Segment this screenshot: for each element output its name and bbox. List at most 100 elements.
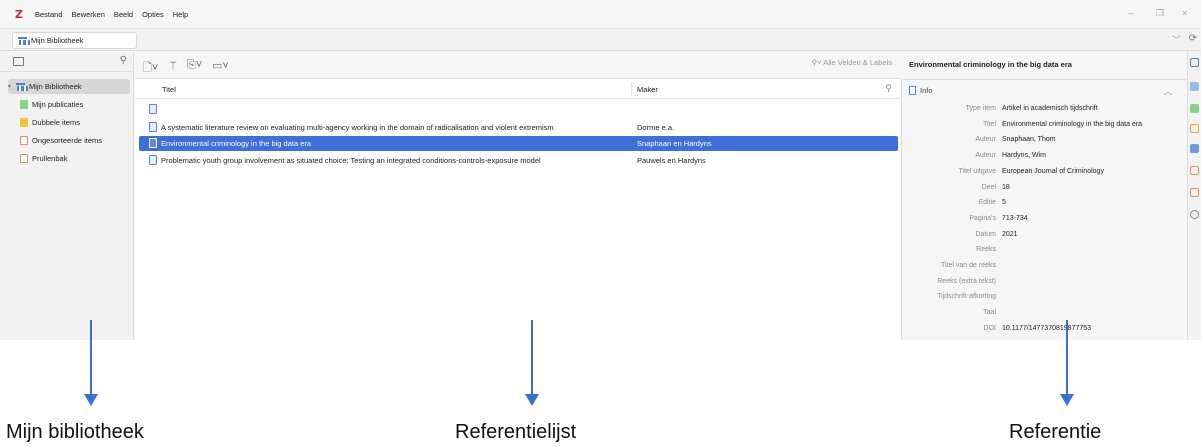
zotero-logo: Z <box>15 7 23 21</box>
collection-duplicates[interactable]: Dubbele items <box>20 115 130 130</box>
notes-nav-icon[interactable] <box>1190 124 1199 133</box>
table-row[interactable]: A systematic literature review on evalua… <box>139 120 898 135</box>
more-nav-icon[interactable] <box>1190 210 1199 219</box>
library-icon <box>16 82 28 91</box>
field-label: Editie <box>978 199 996 207</box>
document-icon <box>909 86 916 95</box>
detail-field-row: Tijdschrift-afkorting <box>903 290 1186 305</box>
column-title[interactable]: Titel <box>162 85 176 94</box>
annotation-arrowhead-middle <box>525 394 539 406</box>
journal-article-icon <box>149 122 157 132</box>
table-row[interactable] <box>139 102 898 117</box>
field-label: Titel <box>983 120 996 128</box>
field-value[interactable]: European Journal of Criminology <box>1002 168 1104 175</box>
side-navigation-strip <box>1187 52 1201 340</box>
menubar: Z Bestand Bewerken Beeld Opties Help – ❐… <box>0 0 1201 29</box>
info-section-header[interactable]: Info <box>909 86 933 95</box>
tab-label: Mijn Bibliotheek <box>31 36 84 45</box>
attachment-column-icon[interactable]: ⚲ <box>885 83 892 94</box>
chevron-up-icon[interactable]: ︿ <box>1164 86 1172 97</box>
field-value[interactable]: Snaphaan, Thom <box>1002 136 1056 143</box>
field-value[interactable]: 18 <box>1002 184 1010 191</box>
menu-opties[interactable]: Opties <box>142 10 164 19</box>
detail-field-row: Reeks (extra tekst) <box>903 275 1186 290</box>
field-value[interactable]: Hardyns, Wim <box>1002 152 1046 159</box>
info-nav-icon[interactable] <box>1190 58 1199 67</box>
table-row-selected[interactable]: Environmental criminology in the big dat… <box>139 136 898 151</box>
search-placeholder: Alle Velden & Labels <box>823 58 892 67</box>
library-icon <box>18 36 30 45</box>
field-value[interactable]: Artikel in academisch tijdschrift <box>1002 105 1098 112</box>
annotation-arrowhead-left <box>84 394 98 406</box>
menu-bewerken[interactable]: Bewerken <box>72 10 105 19</box>
annotation-label-reference: Referentie <box>1009 421 1102 443</box>
column-separator <box>631 82 632 96</box>
table-row[interactable]: Problematic youth group involvement as s… <box>139 153 898 168</box>
items-toolbar: 🗋˅ ⚚ ⎘˅ ▭˅ ⚲˅ Alle Velden & Labels <box>135 52 902 79</box>
chevron-down-icon[interactable]: ﹀ <box>1172 33 1181 46</box>
new-item-icon[interactable]: 🗋˅ <box>143 59 158 78</box>
divider <box>903 79 1186 80</box>
close-button[interactable]: × <box>1182 8 1187 18</box>
collection-my-library[interactable]: ▾ Mijn Bibliotheek <box>8 79 130 94</box>
tab-bar: Mijn Bibliotheek ﹀ ⟳ <box>0 30 1201 51</box>
tab-library[interactable]: Mijn Bibliotheek <box>12 32 137 49</box>
search-field[interactable]: ⚲˅ Alle Velden & Labels <box>812 58 892 67</box>
collection-label: Ongesorteerde items <box>32 136 103 145</box>
collection-label: Mijn publicaties <box>32 100 84 109</box>
menu-bestand[interactable]: Bestand <box>35 10 63 19</box>
detail-field-row: Type item Artikel in academisch tijdschri… <box>903 102 1186 117</box>
document-icon <box>149 104 157 114</box>
field-value[interactable]: 2021 <box>1002 231 1018 238</box>
field-value[interactable]: 10.1177/1477370819877753 <box>1002 325 1091 332</box>
items-table-header: Titel Maker ⚲ <box>135 79 902 99</box>
field-label: Reeks <box>976 246 996 254</box>
new-collection-icon[interactable] <box>13 57 24 66</box>
field-label: Titel uitgave <box>958 167 996 175</box>
note-add-icon[interactable]: ▭˅ <box>212 59 229 72</box>
item-title: A systematic literature review on evalua… <box>161 123 554 132</box>
collection-trash[interactable]: Prullenbak <box>20 151 130 166</box>
item-detail-pane: Environmental criminology in the big dat… <box>903 52 1186 340</box>
item-title: Problematic youth group involvement as s… <box>161 156 541 165</box>
collections-toolbar: ⚲ <box>0 52 133 72</box>
libraries-nav-icon[interactable] <box>1190 144 1199 153</box>
item-creator: Snaphaan en Hardyns <box>637 139 712 148</box>
annotation-label-library: Mijn bibliotheek <box>6 421 144 443</box>
column-creator[interactable]: Maker <box>637 85 658 94</box>
sync-icon[interactable]: ⟳ <box>1189 33 1197 44</box>
field-value[interactable]: 713-734 <box>1002 215 1028 222</box>
field-label: Taal <box>983 309 996 317</box>
detail-field-row: Deel 18 <box>903 181 1186 196</box>
chevron-down-icon[interactable]: ▾ <box>8 83 16 90</box>
search-icon[interactable]: ⚲ <box>120 55 127 66</box>
zotero-window: Z Bestand Bewerken Beeld Opties Help – ❐… <box>0 0 1201 340</box>
attachments-nav-icon[interactable] <box>1190 104 1199 113</box>
tags-nav-icon[interactable] <box>1190 166 1199 175</box>
restore-button[interactable]: ❐ <box>1156 8 1164 19</box>
magic-wand-icon[interactable]: ⚚ <box>168 59 178 72</box>
abstract-nav-icon[interactable] <box>1190 82 1199 91</box>
collection-label: Dubbele items <box>32 118 80 127</box>
detail-field-row: Datum 2021 <box>903 228 1186 243</box>
item-creator: Pauwels en Hardyns <box>637 156 706 165</box>
menu-beeld[interactable]: Beeld <box>114 10 133 19</box>
minimize-button[interactable]: – <box>1128 8 1133 18</box>
related-nav-icon[interactable] <box>1190 188 1199 197</box>
annotation-arrowhead-right <box>1060 394 1074 406</box>
info-label: Info <box>920 86 933 95</box>
collection-my-publications[interactable]: Mijn publicaties <box>20 97 130 112</box>
detail-field-row: Titel van de reeks <box>903 259 1186 274</box>
field-label: Titel van de reeks <box>941 262 996 269</box>
unfiled-icon <box>20 136 28 145</box>
field-value[interactable]: 5 <box>1002 199 1006 206</box>
menu-help[interactable]: Help <box>173 10 188 19</box>
detail-field-row: Auteur Hardyns, Wim <box>903 149 1186 164</box>
field-label: Pagina's <box>969 214 996 222</box>
items-pane: 🗋˅ ⚚ ⎘˅ ▭˅ ⚲˅ Alle Velden & Labels Titel… <box>135 52 902 340</box>
field-value[interactable]: Environmental criminology in the big dat… <box>1002 121 1142 128</box>
field-label: Auteur <box>975 136 996 144</box>
attachment-add-icon[interactable]: ⎘˅ <box>187 59 202 72</box>
item-title: Environmental criminology in the big dat… <box>161 139 312 148</box>
collection-unfiled[interactable]: Ongesorteerde items <box>20 133 132 148</box>
